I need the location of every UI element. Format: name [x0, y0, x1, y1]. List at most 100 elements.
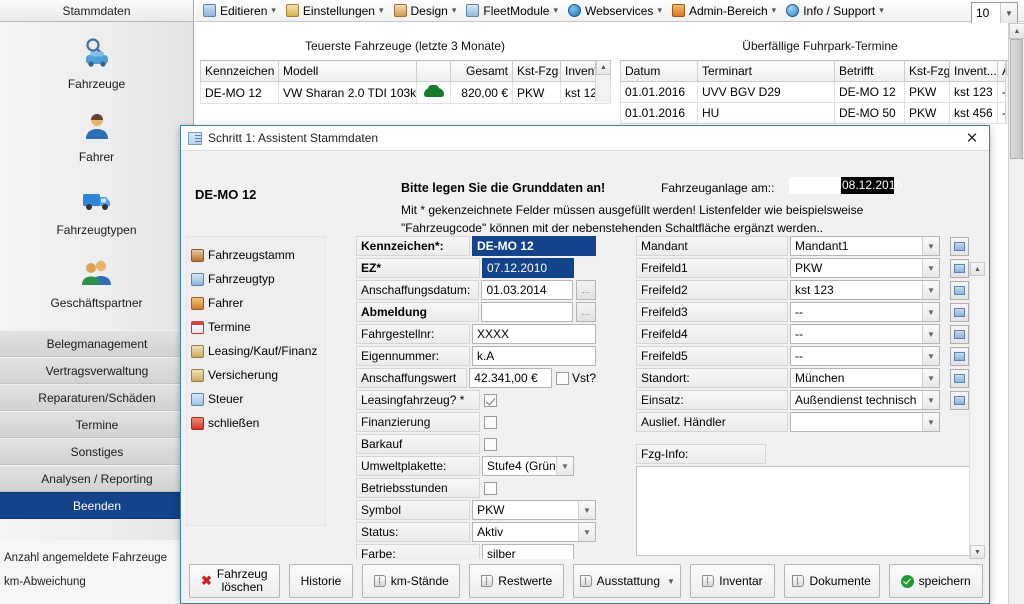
sidebar-section-reparaturen[interactable]: Reparaturen/Schäden: [0, 384, 194, 411]
sidebar-section-beenden[interactable]: Beenden: [0, 492, 194, 519]
column-header[interactable]: Datum: [620, 60, 698, 82]
list-edit-icon[interactable]: [950, 368, 969, 388]
chevron-down-icon[interactable]: ▼: [922, 303, 939, 321]
dialog-scrollbar[interactable]: ▲ ▼: [969, 262, 985, 559]
umweltplakette-select[interactable]: Stufe4 (Grün) ▼: [482, 456, 574, 476]
inventar-button[interactable]: Inventar: [690, 564, 775, 598]
menu-item-info-support[interactable]: Info / Support ▾: [786, 4, 888, 18]
scroll-down-button[interactable]: ▼: [970, 545, 985, 559]
scroll-up-button[interactable]: ▲: [1009, 23, 1024, 39]
freifeld2-select[interactable]: kst 123 ▼: [790, 280, 940, 300]
column-header[interactable]: Terminart: [697, 60, 835, 82]
dialog-nav-schliessen[interactable]: schließen: [191, 411, 325, 435]
dokumente-button[interactable]: Dokumente: [783, 564, 880, 598]
einsatz-select[interactable]: Außendienst technisch ▼: [790, 390, 940, 410]
anschaffungswert-input[interactable]: 42.341,00 €: [469, 368, 552, 388]
list-edit-icon[interactable]: [950, 346, 969, 366]
chevron-down-icon[interactable]: ▼: [922, 237, 939, 255]
eigennummer-input[interactable]: k.A: [471, 346, 596, 366]
table-row[interactable]: DE-MO 12 VW Sharan 2.0 TDI 103k... 820,0…: [200, 81, 611, 104]
scroll-up-button[interactable]: ▲: [596, 60, 611, 75]
chevron-down-icon[interactable]: ▼: [922, 369, 939, 387]
chevron-down-icon[interactable]: ▼: [922, 259, 939, 277]
freifeld4-select[interactable]: -- ▼: [790, 324, 940, 344]
column-header[interactable]: Kst-Fzg: [512, 60, 561, 82]
status-select[interactable]: Aktiv ▼: [472, 522, 596, 542]
chevron-down-icon[interactable]: ▼: [556, 457, 573, 475]
column-header[interactable]: Invent...: [949, 60, 998, 82]
panel-scrollbar[interactable]: ▲: [595, 60, 611, 102]
fahrzeuganlage-value[interactable]: 08.12.2010: [841, 177, 902, 194]
historie-button[interactable]: Historie: [288, 564, 354, 598]
fahrgestellnr-input[interactable]: XXXX: [471, 324, 596, 344]
ez-input[interactable]: 07.12.2010: [482, 258, 574, 278]
menu-item-design[interactable]: Design ▾: [393, 4, 461, 18]
dialog-nav-fahrer[interactable]: Fahrer: [191, 291, 325, 315]
chevron-down-icon[interactable]: ▼: [922, 325, 939, 343]
abmeldung-picker-button[interactable]: …: [576, 302, 596, 322]
menu-item-fleetmodule[interactable]: FleetModule ▾: [466, 4, 562, 18]
chevron-down-icon[interactable]: ▼: [922, 413, 939, 431]
dialog-nav-fahrzeugstamm[interactable]: Fahrzeugstamm: [191, 243, 325, 267]
restwerte-button[interactable]: Restwerte: [469, 564, 565, 598]
column-header[interactable]: Kst-Fzg: [904, 60, 950, 82]
vst-checkbox[interactable]: [555, 371, 569, 385]
dialog-nav-fahrzeugtyp[interactable]: Fahrzeugtyp: [191, 267, 325, 291]
leasingfahrzeug-checkbox[interactable]: [484, 393, 497, 407]
scrollbar-thumb[interactable]: [1010, 39, 1023, 159]
chevron-down-icon[interactable]: ▼: [578, 501, 595, 519]
close-icon[interactable]: ✕: [955, 126, 989, 151]
chevron-down-icon[interactable]: ▼: [667, 577, 675, 586]
sidebar-item-geschaeftspartner[interactable]: Geschäftspartner: [0, 255, 193, 310]
abmeldung-input[interactable]: [481, 302, 574, 322]
sidebar-section-vertragsverwaltung[interactable]: Vertragsverwaltung: [0, 357, 194, 384]
sidebar-section-belegmanagement[interactable]: Belegmanagement: [0, 330, 194, 357]
speichern-button[interactable]: speichern: [888, 564, 983, 598]
chevron-down-icon[interactable]: ▼: [922, 391, 939, 409]
mandant-select[interactable]: Mandant1 ▼: [790, 236, 940, 256]
dialog-nav-steuer[interactable]: Steuer: [191, 387, 325, 411]
table-row[interactable]: 01.01.2016 HU DE-MO 50 PKW kst 456 -: [620, 102, 1021, 124]
anschaffungsdatum-input[interactable]: 01.03.2014: [481, 280, 574, 300]
sidebar-section-analysen[interactable]: Analysen / Reporting: [0, 465, 194, 492]
betriebsstunden-checkbox[interactable]: [484, 481, 497, 495]
ausstattung-button[interactable]: Ausstattung ▼: [573, 564, 682, 598]
chevron-down-icon[interactable]: ▼: [922, 281, 939, 299]
window-scrollbar[interactable]: ▲: [1008, 23, 1024, 604]
zoom-select[interactable]: 10 ▼: [971, 2, 1018, 24]
kennzeichen-input[interactable]: DE-MO 12: [471, 236, 596, 256]
chevron-down-icon[interactable]: ▼: [922, 347, 939, 365]
menu-item-admin-bereich[interactable]: Admin-Bereich ▾: [671, 4, 780, 18]
column-header[interactable]: Kennzeichen: [200, 60, 279, 82]
symbol-select[interactable]: PKW ▼: [472, 500, 596, 520]
scroll-up-button[interactable]: ▲: [970, 262, 985, 276]
list-edit-icon[interactable]: [950, 280, 969, 300]
sidebar-item-fahrzeuge[interactable]: Fahrzeuge: [0, 36, 193, 91]
list-edit-icon[interactable]: [950, 324, 969, 344]
standort-select[interactable]: München ▼: [790, 368, 940, 388]
dialog-nav-versicherung[interactable]: Versicherung: [191, 363, 325, 387]
chevron-down-icon[interactable]: ▼: [1000, 3, 1017, 23]
sidebar-item-fahrer[interactable]: Fahrer: [0, 109, 193, 164]
sidebar-section-sonstiges[interactable]: Sonstiges: [0, 438, 194, 465]
finanzierung-checkbox[interactable]: [484, 415, 497, 429]
sidebar-item-fahrzeugtypen[interactable]: Fahrzeugtypen: [0, 182, 193, 237]
freifeld3-select[interactable]: -- ▼: [790, 302, 940, 322]
copy-icon[interactable]: [950, 236, 969, 256]
list-edit-icon[interactable]: [950, 258, 969, 278]
dialog-nav-leasing[interactable]: Leasing/Kauf/Finanz: [191, 339, 325, 363]
menu-item-einstellungen[interactable]: Einstellungen ▾: [285, 4, 388, 18]
auslief-haendler-select[interactable]: ▼: [790, 412, 940, 432]
dialog-nav-termine[interactable]: Termine: [191, 315, 325, 339]
barkauf-checkbox[interactable]: [484, 437, 497, 451]
fzginfo-textarea[interactable]: [636, 466, 976, 556]
km-staende-button[interactable]: km-Stände: [362, 564, 461, 598]
column-header[interactable]: Betrifft: [834, 60, 905, 82]
menu-item-webservices[interactable]: Webservices ▾: [567, 4, 666, 18]
menu-item-editieren[interactable]: Editieren ▾: [203, 4, 280, 18]
freifeld1-select[interactable]: PKW ▼: [790, 258, 940, 278]
column-header[interactable]: Gesamt: [450, 60, 513, 82]
table-row[interactable]: 01.01.2016 UVV BGV D29 DE-MO 12 PKW kst …: [620, 81, 1021, 103]
list-edit-icon[interactable]: [950, 390, 969, 410]
column-header[interactable]: Modell: [278, 60, 417, 82]
